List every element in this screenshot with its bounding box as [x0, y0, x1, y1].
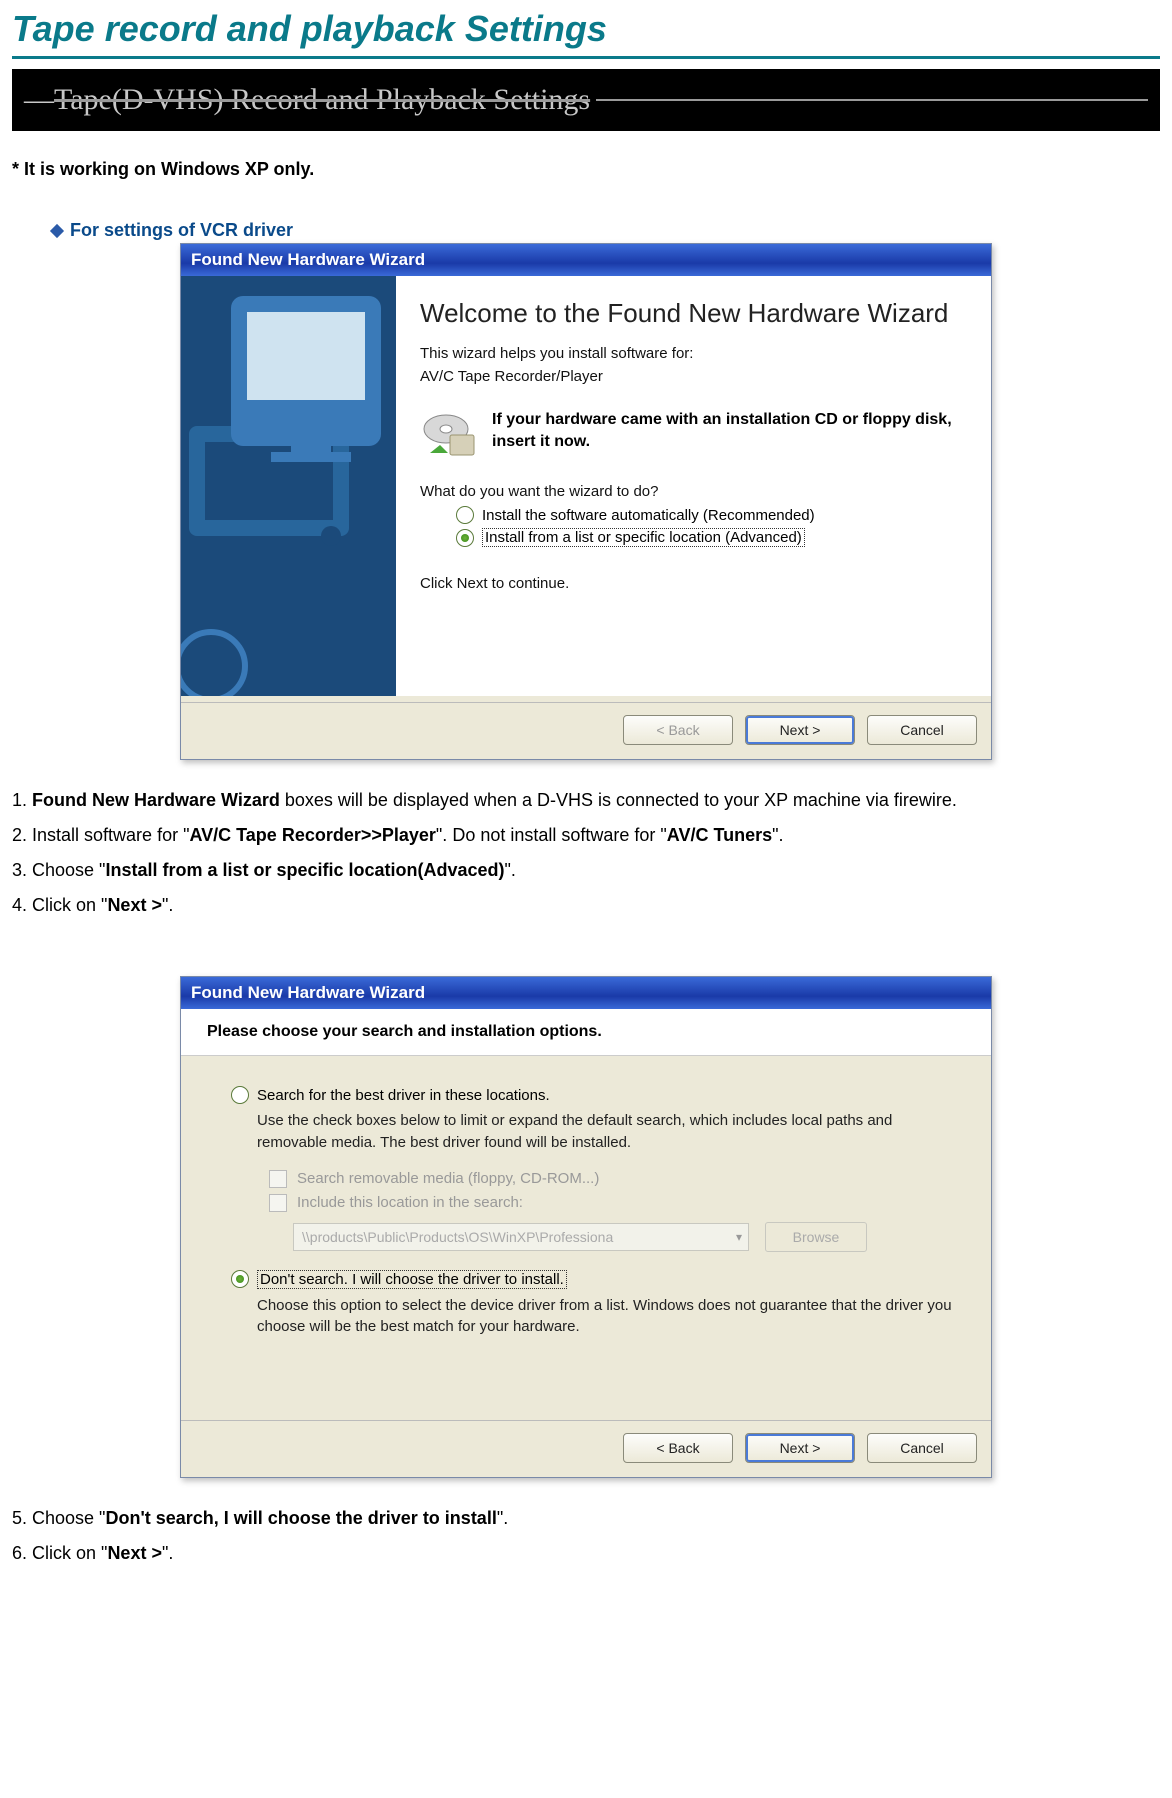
- step-1: 1. Found New Hardware Wizard boxes will …: [12, 790, 1160, 811]
- wizard2-next-button[interactable]: Next >: [745, 1433, 855, 1463]
- wizard2-cancel-button[interactable]: Cancel: [867, 1433, 977, 1463]
- wizard1-opt-auto[interactable]: Install the software automatically (Reco…: [456, 506, 967, 524]
- wizard-window-1: Found New Hardware Wizard: [180, 243, 992, 760]
- subtitle-text: Tape(D-VHS) Record and Playback Settings: [54, 83, 590, 117]
- wizard1-question: What do you want the wizard to do?: [420, 483, 967, 500]
- checkbox-icon: [269, 1170, 287, 1188]
- step-6: 6. Click on "Next >".: [12, 1543, 1160, 1564]
- wizard2-opt-dont[interactable]: Don't search. I will choose the driver t…: [231, 1270, 963, 1289]
- wizard1-heading: Welcome to the Found New Hardware Wizard: [420, 298, 967, 329]
- chevron-down-icon: ▾: [736, 1230, 742, 1244]
- wizard1-opt-list[interactable]: Install from a list or specific location…: [456, 528, 967, 547]
- wizard2-chk-media-label: Search removable media (floppy, CD-ROM..…: [297, 1170, 599, 1187]
- radio-selected-icon: [456, 529, 474, 547]
- wizard2-chk-include: Include this location in the search:: [269, 1194, 963, 1212]
- wizard1-cd-text: If your hardware came with an installati…: [492, 409, 967, 452]
- wizard2-titlebar: Found New Hardware Wizard: [181, 977, 991, 1009]
- radio-unselected-icon: [231, 1086, 249, 1104]
- step-5: 5. Choose "Don't search, I will choose t…: [12, 1508, 1160, 1529]
- wizard2-chk-include-label: Include this location in the search:: [297, 1194, 523, 1211]
- wizard2-dont-desc: Choose this option to select the device …: [257, 1295, 963, 1339]
- xp-note: * It is working on Windows XP only.: [12, 159, 1160, 180]
- checkbox-icon: [269, 1194, 287, 1212]
- radio-selected-icon: [231, 1270, 249, 1288]
- wizard1-titlebar: Found New Hardware Wizard: [181, 244, 991, 276]
- section-title: For settings of VCR driver: [70, 220, 293, 241]
- wizard2-opt-search-label: Search for the best driver in these loca…: [257, 1087, 550, 1104]
- radio-unselected-icon: [456, 506, 474, 524]
- wizard2-chk-media: Search removable media (floppy, CD-ROM..…: [269, 1170, 963, 1188]
- wizard1-opt-list-label: Install from a list or specific location…: [482, 528, 805, 547]
- wizard2-path-combo: \\products\Public\Products\OS\WinXP\Prof…: [293, 1223, 749, 1251]
- wizard1-next-button[interactable]: Next >: [745, 715, 855, 745]
- cd-icon: [420, 409, 478, 459]
- wizard2-opt-search[interactable]: Search for the best driver in these loca…: [231, 1086, 963, 1104]
- wizard2-heading: Please choose your search and installati…: [207, 1023, 965, 1041]
- subtitle-band: — Tape(D-VHS) Record and Playback Settin…: [12, 69, 1160, 131]
- wizard1-helps-text: This wizard helps you install software f…: [420, 345, 967, 362]
- wizard2-browse-button: Browse: [765, 1222, 867, 1252]
- step-2: 2. Install software for "AV/C Tape Recor…: [12, 825, 1160, 846]
- wizard1-device-name: AV/C Tape Recorder/Player: [420, 368, 967, 385]
- wizard1-back-button: < Back: [623, 715, 733, 745]
- wizard1-click-next: Click Next to continue.: [420, 575, 967, 592]
- wizard-window-2: Found New Hardware Wizard Please choose …: [180, 976, 992, 1478]
- diamond-icon: [50, 223, 64, 237]
- step-3: 3. Choose "Install from a list or specif…: [12, 860, 1160, 881]
- step-4: 4. Click on "Next >".: [12, 895, 1160, 916]
- section-header: For settings of VCR driver: [52, 220, 1160, 241]
- wizard1-sidebar-graphic: [181, 276, 396, 696]
- page-title: Tape record and playback Settings: [12, 0, 1160, 59]
- wizard2-opt-dont-label: Don't search. I will choose the driver t…: [257, 1270, 567, 1289]
- wizard1-opt-auto-label: Install the software automatically (Reco…: [482, 507, 815, 524]
- wizard2-back-button[interactable]: < Back: [623, 1433, 733, 1463]
- wizard1-cancel-button[interactable]: Cancel: [867, 715, 977, 745]
- wizard2-search-desc: Use the check boxes below to limit or ex…: [257, 1110, 963, 1154]
- wizard2-path-value: \\products\Public\Products\OS\WinXP\Prof…: [302, 1229, 613, 1245]
